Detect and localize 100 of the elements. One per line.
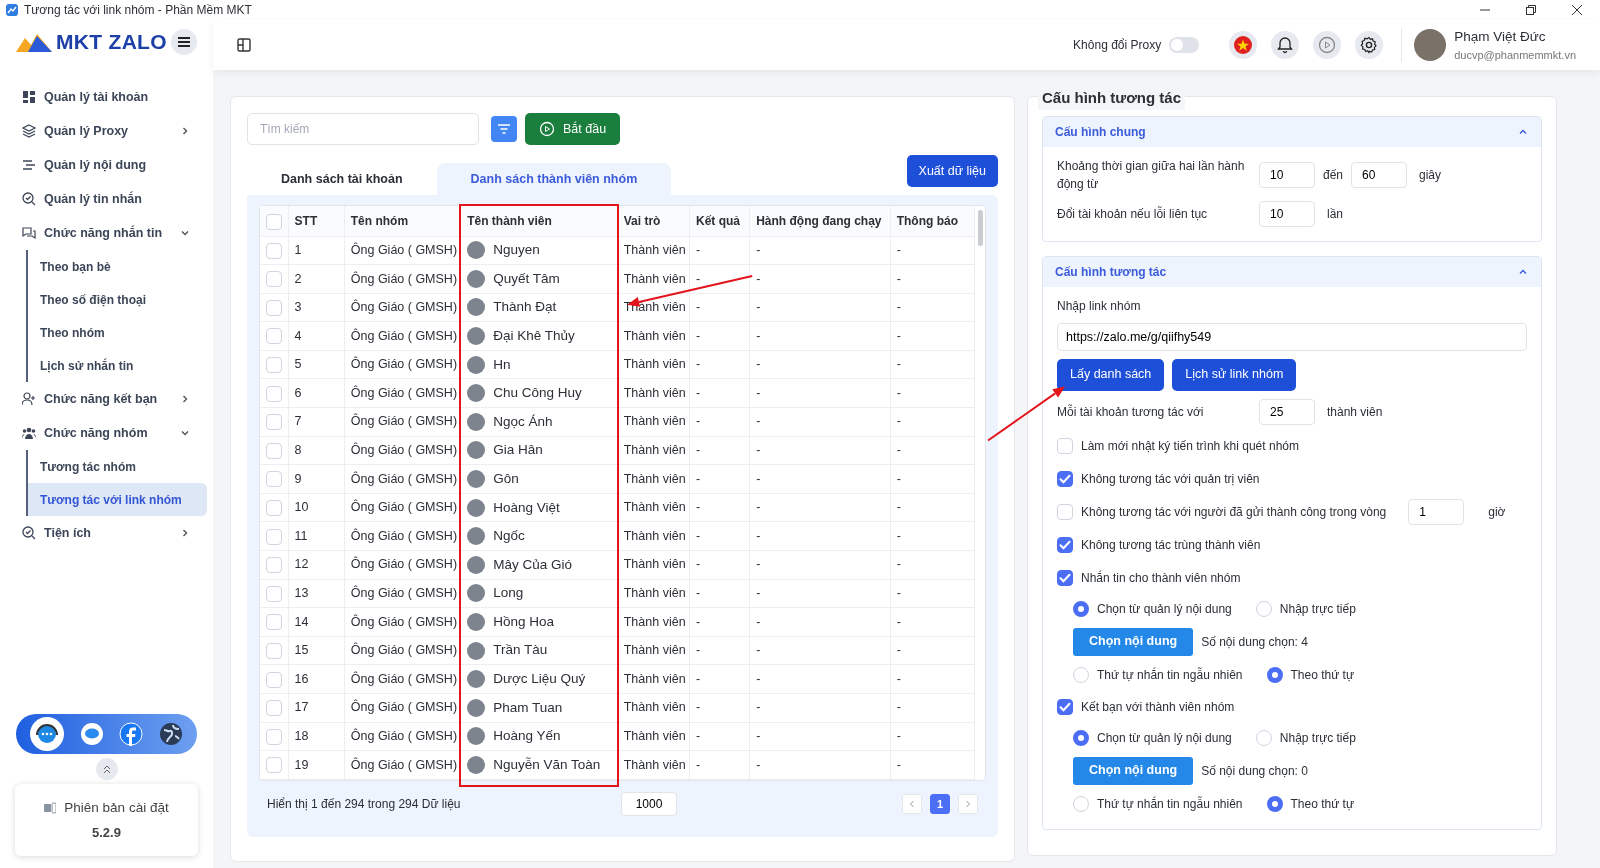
f-logo-icon[interactable] [119,722,144,747]
table-cell: 9 [288,464,345,494]
radio-button[interactable] [1266,795,1283,812]
chat-bubble-icon[interactable] [79,722,104,747]
chat-icon [22,226,36,240]
star-flag-icon[interactable] [1233,35,1254,55]
sidebar-item[interactable]: Quản lý Proxy [6,114,207,148]
table-cell: - [689,607,750,637]
number-field[interactable]: 10 [1259,200,1315,227]
action-button[interactable]: Lịch sử link nhóm [1172,358,1297,391]
action-button[interactable]: Lấy danh sách [1057,358,1165,391]
sidebar-item[interactable]: Quản lý tin nhắn [6,182,207,216]
table-cell: Thành viên [617,350,690,379]
avatar[interactable] [1414,29,1447,61]
toggle-switch[interactable] [1169,37,1200,53]
field-label: đến [1323,166,1344,184]
sidebar-item[interactable]: Chức năng nhóm [6,416,207,450]
headset-chat-icon[interactable] [29,717,64,752]
settings-icon[interactable] [1359,35,1380,55]
sidebar-subitem[interactable]: Theo số điện thoại [26,283,207,316]
sidebar-subitem[interactable]: Lịch sử nhắn tin [26,349,207,382]
table-cell: - [689,693,750,723]
section-header[interactable]: Cấu hình tương tác [1043,256,1541,287]
table-cell: - [689,521,750,551]
expand-button[interactable] [95,758,118,781]
search-field[interactable]: Tìm kiếm [247,113,479,145]
radio-label: Chọn từ quản lý nội dung [1097,729,1232,747]
choose-content-button[interactable]: Chọn nội dung [1073,627,1194,656]
number-field[interactable]: 60 [1351,161,1408,188]
choose-content-button[interactable]: Chọn nội dung [1073,756,1194,785]
table-cell: - [890,750,975,780]
table-cell: 6 [288,378,345,408]
table-cell: Thành viên [617,436,690,465]
table-cell: - [749,407,891,437]
checkbox[interactable] [1057,569,1073,586]
sidebar-item[interactable]: Tiện ích [6,516,207,550]
table-cell: Ông Giáo ( GMSH) [344,236,461,265]
number-field[interactable]: 10 [1259,161,1315,188]
close-icon [1572,5,1582,15]
bell-icon[interactable] [1275,35,1296,55]
checkbox[interactable] [1057,536,1073,553]
window-title: Tương tác với link nhóm - Phần Mềm MKT [24,2,252,19]
previous-page-button[interactable] [902,793,922,814]
member-name: Ngọc Ánh [493,412,553,431]
avatar [467,527,486,546]
link-field[interactable]: https://zalo.me/g/qiifhy549 [1057,322,1527,351]
member-name: Hoàng Yến [493,727,561,746]
avatar [467,670,486,689]
globe-icon[interactable] [159,722,184,747]
table-cell: - [749,750,891,780]
export-button[interactable]: Xuất dữ liệu [906,155,998,187]
sidebar-subitem[interactable]: Theo nhóm [26,316,207,349]
radio-button[interactable] [1266,666,1283,683]
table-cell: Thành viên [617,664,690,694]
table-cell: - [890,493,975,522]
sidebar-item[interactable]: Quản lý nội dung [6,148,207,182]
table-cell: - [890,407,975,437]
checkbox-label: Không tương tác trùng thành viên [1081,536,1261,554]
table-cell: Thành viên [617,521,690,551]
sidebar-subitem[interactable]: Tương tác với link nhóm [26,483,207,516]
sidebar-subitem[interactable]: Theo bạn bè [26,250,207,283]
checkbox[interactable] [1057,698,1073,715]
table-cell: - [689,321,750,351]
member-name: Thành Đạt [493,298,557,317]
avatar [467,498,486,517]
table-cell: - [890,550,975,580]
table-cell: Thành viên [617,321,690,351]
mountain-logo-icon [16,32,52,52]
member-name: Quyết Tâm [493,269,560,288]
number-field[interactable]: 25 [1259,398,1315,425]
play-icon[interactable] [1317,35,1338,55]
scrollbar[interactable] [978,210,983,246]
table-cell: - [689,264,750,294]
double-chevron-up-icon [101,764,112,775]
menu-button[interactable] [171,29,197,55]
unit-label: lần [1327,205,1343,223]
start-button[interactable]: Bắt đầu [525,113,621,145]
table-cell: - [749,636,891,665]
sidebar-item[interactable]: Chức năng kết bạn [6,382,207,416]
number-field[interactable]: 1 [1408,498,1465,525]
next-page-button[interactable] [958,793,978,814]
table-cell: 4 [288,321,345,351]
radio-button[interactable] [1073,729,1089,746]
page-size-field[interactable]: 1000 [621,791,677,816]
section-header[interactable]: Cấu hình chung [1043,116,1541,147]
panel-toggle-icon[interactable] [237,38,251,52]
avatar [467,756,486,774]
user-name: Phạm Việt Đức [1454,27,1547,46]
table-cell: - [749,293,891,322]
checkbox[interactable] [1057,470,1073,487]
table-cell: - [749,579,891,608]
table-cell: 17 [288,693,345,723]
sidebar-item[interactable]: Chức năng nhắn tin [6,216,207,250]
filter-button[interactable] [491,116,517,142]
page-button[interactable]: 1 [930,793,950,814]
radio-button[interactable] [1073,600,1089,617]
tab[interactable]: Danh sách tài khoản [247,163,437,195]
table-cell: - [689,378,750,408]
sidebar-item[interactable]: Quản lý tài khoản [6,80,207,114]
tab[interactable]: Danh sách thành viên nhóm [436,163,672,195]
